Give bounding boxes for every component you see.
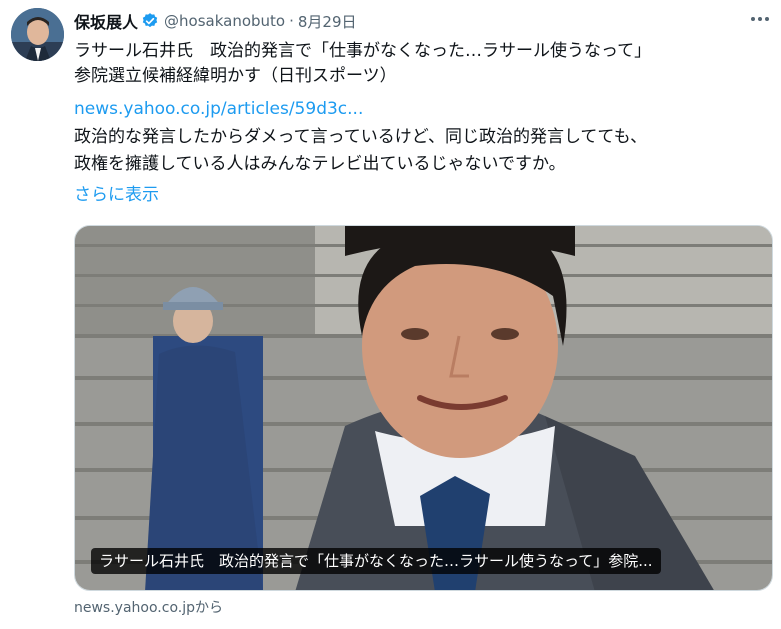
tweet-text-line: ラサール石井氏 政治的発言で「仕事がなくなった…ラサール使うなって」 [74,41,652,61]
tweet-text-line: 参院選立候補経緯明かす（日刊スポーツ） [74,66,397,86]
card-source[interactable]: news.yahoo.co.jpから [74,597,223,617]
author-name[interactable]: 保坂展人 [74,9,138,33]
tweet-header: 保坂展人 @hosakanobuto · 8月29日 [74,8,357,34]
verified-badge-icon [141,12,159,30]
tweet: 保坂展人 @hosakanobuto · 8月29日 ラサール石井氏 政治的発言… [0,0,781,629]
author-handle[interactable]: @hosakanobuto [164,12,285,30]
show-more-link[interactable]: さらに表示 [74,182,764,208]
tweet-date[interactable]: 8月29日 [298,11,357,32]
tweet-text-line: 政権を擁護している人はみんなテレビ出ているじゃないですか。 [74,154,566,174]
card-caption: ラサール石井氏 政治的発言で「仕事がなくなった…ラサール使うなって」参院... [91,548,661,574]
tweet-text-line: 政治的な発言したからダメって言っているけど、同じ政治的発言してても、 [74,127,648,147]
article-link[interactable]: news.yahoo.co.jp/articles/59d3c... [74,96,764,122]
more-options-icon[interactable] [746,8,774,30]
separator-dot: · [289,12,294,30]
link-preview-card[interactable]: ラサール石井氏 政治的発言で「仕事がなくなった…ラサール使うなって」参院... [74,225,773,591]
card-photo [75,226,772,590]
avatar[interactable] [11,8,64,61]
